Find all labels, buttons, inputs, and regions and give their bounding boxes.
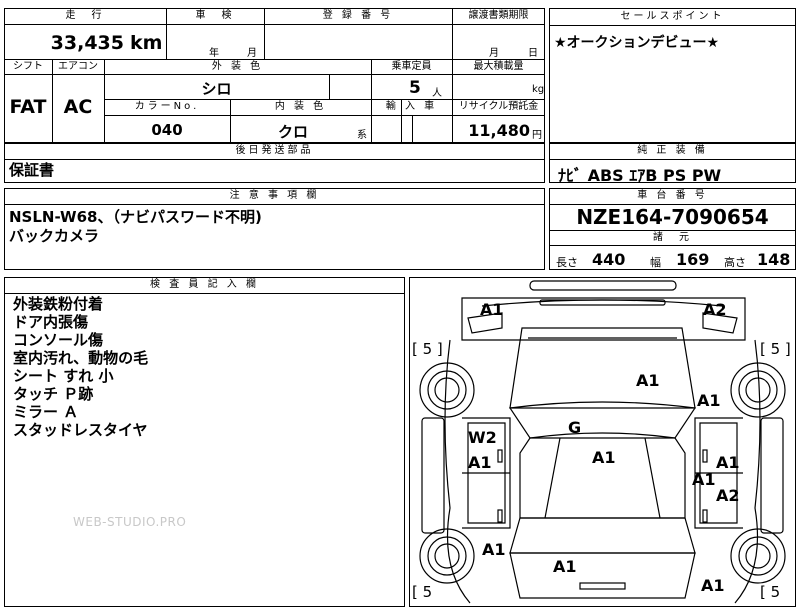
inspector-label: 検 査 員 記 入 欄: [150, 279, 259, 290]
top-table: 走 行 車 検 登 録 番 号 譲渡書類期限 33,435 km 年 月 月 日…: [4, 8, 545, 143]
mark-cabin: A1: [592, 448, 616, 467]
mark-roof: G: [568, 418, 582, 437]
shaken-year: 年: [209, 48, 219, 59]
mark-door-fr-1: A1: [716, 453, 740, 472]
notes-line-1: NSLN-W68、（ナビパスワード不明): [9, 208, 262, 226]
color-no-label: カラーNo.: [134, 101, 200, 112]
inspector-line-6: タッチ Ｐ跡: [13, 385, 94, 403]
inspector-line-2: ドア内張傷: [13, 313, 89, 331]
max-load-unit: kg: [532, 84, 545, 95]
color-no-value: 040: [151, 121, 183, 139]
recycle-unit: 円: [532, 130, 542, 141]
mark-trunk: A1: [553, 557, 577, 576]
mark-quarter-left: A1: [482, 540, 506, 559]
recycle-label: リサイクル預託金: [458, 101, 539, 112]
shift-label: シフト: [13, 61, 43, 72]
height-value: 148: [757, 250, 791, 269]
later-parts-box: 後日発送部品 保証書: [4, 143, 545, 183]
shaken-month: 月: [247, 48, 257, 59]
equipment-value: ﾅﾋﾞ ABS ｴｱB PS PW: [558, 166, 722, 185]
tire-tread-rl: [ 5: [412, 583, 433, 601]
notes-label: 注 意 事 項 欄: [229, 190, 320, 201]
width-value: 169: [676, 250, 710, 269]
mark-door-rr: A2: [716, 486, 740, 505]
mark-fender-right: A1: [697, 391, 721, 410]
inspector-line-4: 室内汚れ、動物の毛: [13, 349, 149, 367]
watermark: WEB-STUDIO.PRO: [73, 515, 187, 529]
mark-front-right: A2: [703, 300, 727, 319]
aircon-label: エアコン: [58, 61, 98, 72]
sale-point-label: セールスポイント: [620, 11, 725, 22]
chassis-label: 車 台 番 号: [637, 190, 708, 201]
transfer-month: 月: [489, 48, 499, 59]
recycle-amount: 11,480: [468, 121, 530, 140]
mark-door-fl-2: A1: [468, 453, 492, 472]
notes-line-2: バックカメラ: [9, 227, 100, 245]
length-label: 長さ: [556, 256, 578, 269]
interior-suffix: 系: [357, 130, 367, 141]
mark-rear-right: A1: [701, 576, 725, 595]
mark-hood: A1: [636, 371, 660, 390]
notes-box: 注 意 事 項 欄 NSLN-W68、（ナビパスワード不明) バックカメラ: [4, 188, 545, 270]
dims-label: 諸 元: [653, 232, 692, 243]
tire-tread-rr: [ 5: [760, 583, 781, 601]
import-label: 輸 入 車: [385, 101, 438, 112]
mileage-unit: km: [130, 32, 163, 54]
aircon-value: AC: [63, 96, 93, 118]
inspector-line-1: 外装鉄粉付着: [13, 295, 104, 313]
capacity-value: 5: [409, 78, 421, 98]
tire-tread-fr: [ 5 ]: [760, 340, 791, 358]
transfer-deadline-label: 譲渡書類期限: [468, 10, 529, 21]
mileage-value: 33,435: [50, 32, 124, 54]
mark-door-fl: W2: [468, 428, 497, 447]
interior-color-label: 内 装 色: [274, 101, 327, 112]
shaken-label: 車 検: [195, 10, 235, 21]
max-load-label: 最大積載量: [473, 61, 524, 72]
interior-color-value: クロ: [277, 123, 308, 141]
chassis-number: NZE164-7090654: [576, 205, 769, 229]
exterior-color-value: シロ: [201, 80, 232, 98]
inspector-line-7: ミラー Ａ: [13, 403, 79, 421]
shift-value: FAT: [9, 96, 47, 118]
inspector-box: 検 査 員 記 入 欄 外装鉄粉付着 ドア内張傷 コンソール傷 室内汚れ、動物の…: [4, 277, 405, 607]
registration-label: 登 録 番 号: [322, 10, 394, 21]
height-label: 高さ: [724, 256, 746, 269]
mark-front-left: A1: [480, 300, 504, 319]
later-parts-label: 後日発送部品: [235, 145, 314, 156]
chassis-box: 車 台 番 号 NZE164-7090654 諸 元 長さ 440 幅 169 …: [549, 188, 796, 270]
sale-point-box: セールスポイント ★オークションデビュー★: [549, 8, 796, 143]
inspector-line-3: コンソール傷: [13, 331, 104, 349]
mark-door-fr-2: A1: [692, 470, 716, 489]
length-value: 440: [592, 250, 626, 269]
equipment-box: 純 正 装 備 ﾅﾋﾞ ABS ｴｱB PS PW: [549, 143, 796, 185]
later-parts-value: 保証書: [9, 161, 55, 179]
sale-point-value: ★オークションデビュー★: [554, 35, 720, 51]
transfer-day: 日: [528, 48, 538, 59]
car-diagram-box: [ 5 ] [ 5 ] [ 5 [ 5 A1 A2 A1 A1 G W2 A1 …: [409, 277, 796, 607]
width-label: 幅: [650, 256, 661, 269]
inspector-line-5: シート すれ 小: [13, 367, 114, 385]
exterior-color-label: 外 装 色: [211, 61, 264, 72]
capacity-label: 乗車定員: [391, 61, 432, 72]
tire-tread-fl: [ 5 ]: [412, 340, 443, 358]
mileage-label: 走 行: [65, 10, 105, 21]
equipment-label: 純 正 装 備: [637, 145, 708, 156]
capacity-unit: 人: [432, 88, 442, 99]
inspector-line-8: スタッドレスタイヤ: [13, 421, 148, 439]
